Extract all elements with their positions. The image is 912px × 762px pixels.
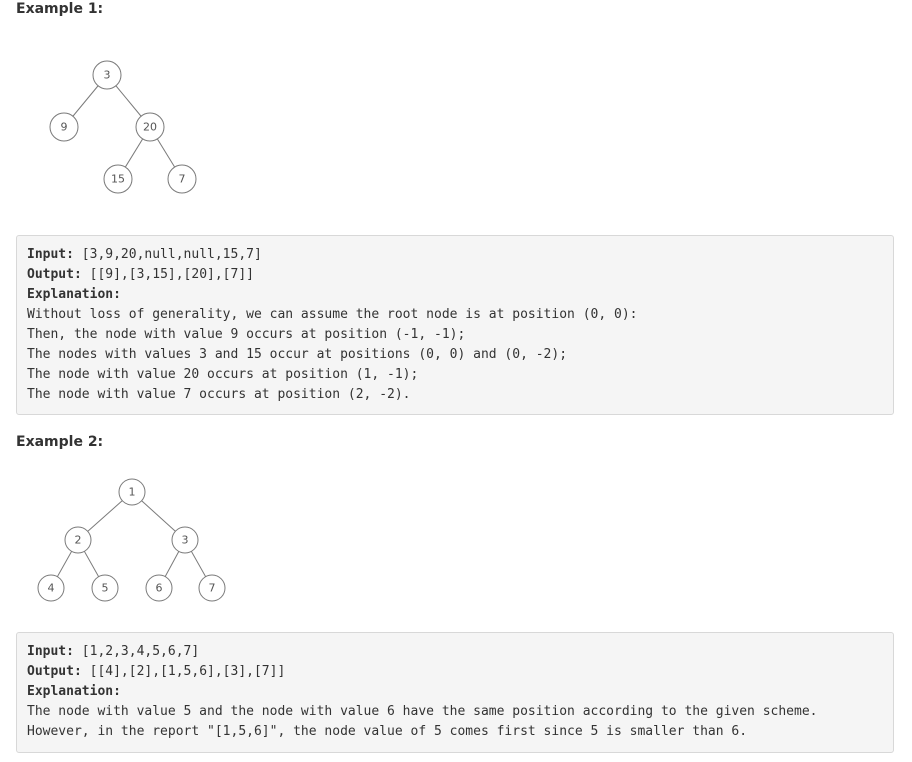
tree-node-label: 5 [102, 582, 109, 595]
explanation-line: Then, the node with value 9 occurs at po… [27, 327, 466, 342]
tree-node: 9 [49, 112, 79, 142]
tree-diagram-example-1: 3 9 20 15 7 [49, 60, 197, 194]
tree-node: 4 [37, 574, 65, 602]
input-value: [1,2,3,4,5,6,7] [73, 644, 200, 659]
output-value: [[4],[2],[1,5,6],[3],[7]] [81, 664, 286, 679]
tree-node: 3 [92, 60, 122, 90]
tree-node: 5 [91, 574, 119, 602]
tree-node-label: 9 [61, 121, 68, 134]
tree-node-label: 3 [182, 534, 189, 547]
tree-node-label: 1 [129, 486, 136, 499]
explanation-line: However, in the report "[1,5,6]", the no… [27, 724, 748, 739]
tree-node: 7 [198, 574, 226, 602]
tree-node: 15 [103, 164, 133, 194]
explanation-line: The nodes with values 3 and 15 occur at … [27, 347, 568, 362]
tree-node-label: 2 [75, 534, 82, 547]
explanation-line: The node with value 20 occurs at positio… [27, 367, 419, 382]
explanation-line: The node with value 7 occurs at position… [27, 387, 411, 402]
tree-node: 3 [171, 526, 199, 554]
input-value: [3,9,20,null,null,15,7] [73, 247, 262, 262]
tree-node-label: 15 [111, 173, 125, 186]
tree-node: 7 [167, 164, 197, 194]
tree-node: 2 [64, 526, 92, 554]
input-label: Input: [27, 247, 74, 262]
output-line: Output: [[4],[2],[1,5,6],[3],[7]] [27, 662, 883, 682]
example-1-heading: Example 1: [16, 1, 104, 17]
example-1-code-block: Input: [3,9,20,null,null,15,7] Output: [… [16, 235, 894, 415]
explanation-line: The node with value 5 and the node with … [27, 704, 818, 719]
input-label: Input: [27, 644, 74, 659]
explanation-line: Without loss of generality, we can assum… [27, 307, 638, 322]
input-line: Input: [1,2,3,4,5,6,7] [27, 642, 883, 662]
output-value: [[9],[3,15],[20],[7]] [81, 267, 254, 282]
input-line: Input: [3,9,20,null,null,15,7] [27, 245, 883, 265]
example-2-code-block: Input: [1,2,3,4,5,6,7] Output: [[4],[2],… [16, 632, 894, 753]
tree-node: 20 [135, 112, 165, 142]
tree-node-label: 7 [179, 173, 186, 186]
output-label: Output: [27, 664, 82, 679]
tree-node-label: 7 [209, 582, 216, 595]
tree-node-label: 3 [104, 69, 111, 82]
output-label: Output: [27, 267, 82, 282]
tree-node-label: 6 [156, 582, 163, 595]
tree-node-label: 4 [48, 582, 55, 595]
tree-node: 1 [118, 478, 146, 506]
tree-node: 6 [145, 574, 173, 602]
explanation-label: Explanation: [27, 287, 121, 302]
explanation-label: Explanation: [27, 684, 121, 699]
tree-diagram-example-2: 1 2 3 4 5 6 7 [37, 478, 226, 602]
output-line: Output: [[9],[3,15],[20],[7]] [27, 265, 883, 285]
example-2-heading: Example 2: [16, 434, 104, 450]
tree-node-label: 20 [143, 121, 157, 134]
